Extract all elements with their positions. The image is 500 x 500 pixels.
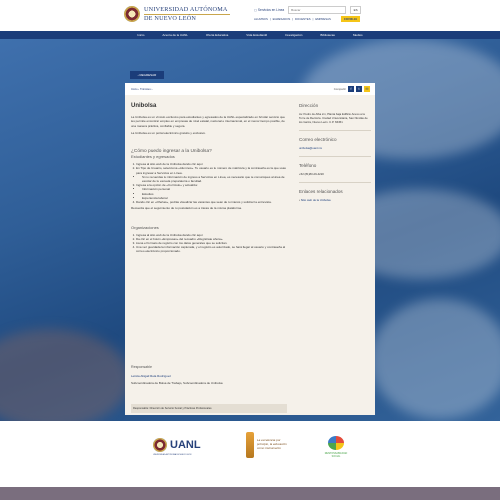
top-header: UNIVERSIDAD AUTÓNOMA DE NUEVO LEÓN ▢ Ser…: [0, 0, 500, 31]
twitter-icon[interactable]: t: [356, 86, 362, 92]
excelencia-text: La excelencia por principio, la educació…: [257, 438, 287, 450]
students-steps: Ingresa al sitio web de la Unibolsa dand…: [131, 162, 289, 204]
back-button[interactable]: ‹ REGRESAR: [130, 71, 164, 79]
nav-item-bibliotecas[interactable]: Bibliotecas: [320, 33, 335, 37]
intro-paragraph-2: La Unibolsa es un portal electrónico gra…: [131, 130, 206, 135]
services-online-label: Servicios en Línea: [257, 8, 285, 12]
quick-link-alumnos[interactable]: ALUMNOS: [254, 17, 268, 21]
email-title: Correo electrónico: [299, 137, 337, 142]
related-link-unibolsa[interactable]: Sitio web de la Unibolsa: [301, 198, 331, 202]
mail-icon[interactable]: ✉: [364, 86, 370, 92]
page-title: Unibolsa: [131, 103, 157, 109]
step-text: En Tipo de Usuario, selecciona «Alumnos»…: [136, 166, 286, 175]
uanl-logo-text: UANL: [170, 439, 201, 451]
main-content: Unibolsa La Unibolsa es un vínculo exclu…: [131, 103, 289, 254]
breadcrumb-bar: Inicio › Trámites › Compartir f t ✉: [125, 83, 375, 95]
separator: |: [292, 17, 294, 21]
phone-title: Teléfono: [299, 163, 317, 168]
address-text: Av. Pedro de Alba s/n, Planta baja Edifi…: [299, 112, 368, 124]
sidebar: Dirección Av. Pedro de Alba s/n, Planta …: [299, 103, 371, 202]
nav-item-acerca[interactable]: Acerca de la UANL: [162, 33, 188, 37]
social-responsibility-icon: [328, 436, 344, 450]
uanl-seal-icon: [153, 438, 167, 452]
intro-paragraph: La Unibolsa es un vínculo exclusivo para…: [131, 115, 285, 128]
nav-item-oferta[interactable]: Oferta Educativa: [206, 33, 228, 37]
quick-link-empresas[interactable]: EMPRESAS: [315, 17, 331, 21]
language-select[interactable]: ES: [350, 6, 362, 14]
orgs-steps: Ingresa al sitio web de la Unibolsa dand…: [131, 233, 289, 254]
quick-link-egresados[interactable]: EGRESADOS: [273, 17, 291, 21]
quick-link-docentes[interactable]: DOCENTES: [295, 17, 311, 21]
nav-item-vida[interactable]: Vida Estudiantil: [246, 33, 267, 37]
nav-item-inicio[interactable]: Inicio: [137, 33, 144, 37]
cloud: [370, 299, 500, 419]
students-footer: Recuerda que el seguimiento de tu postul…: [131, 206, 242, 211]
list-item: Una vez guardada la información capturad…: [136, 245, 289, 253]
responsabilidad-text: RESPONSABILIDAD SOCIAL: [324, 452, 348, 458]
logo-line-1: UNIVERSIDAD AUTÓNOMA: [144, 5, 228, 13]
responsable-box: Responsable: Dirección de Servicio Socia…: [131, 404, 287, 413]
uanl-logo-subtext: UNIVERSIDAD AUTÓNOMA DE NUEVO LEÓN: [153, 454, 192, 456]
building-silhouette: [0, 329, 130, 421]
main-nav: Inicio Acerca de la UANL Oferta Educativ…: [0, 31, 500, 39]
covid-button[interactable]: COVID-19: [340, 16, 360, 22]
breadcrumb[interactable]: Inicio › Trámites ›: [131, 87, 152, 91]
address-title: Dirección: [299, 103, 319, 108]
orgs-title: Organizaciones: [131, 224, 159, 230]
responsable-title: Responsable: [131, 365, 152, 369]
search-input[interactable]: Buscar: [288, 6, 347, 14]
university-seal-icon: [124, 6, 140, 22]
nav-item-investigacion[interactable]: Investigación: [285, 33, 303, 37]
university-logo[interactable]: UNIVERSIDAD AUTÓNOMA DE NUEVO LEÓN: [124, 6, 230, 22]
phone-text: +52 (81)83-29-4220: [299, 172, 324, 176]
list-item: Dando clic en «Ofertas», podrás visualiz…: [136, 200, 289, 204]
links-title: Enlaces relacionados: [299, 189, 343, 194]
bottom-photo-strip: [0, 487, 500, 500]
share-bar: Compartir f t ✉: [334, 86, 370, 92]
facebook-icon[interactable]: f: [348, 86, 354, 92]
students-title: Estudiantes y egresados: [131, 154, 175, 160]
footer-logo-excelencia[interactable]: La excelencia por principio, la educació…: [246, 432, 291, 458]
content-panel: Inicio › Trámites › Compartir f t ✉ Unib…: [125, 83, 375, 415]
services-online-link[interactable]: ▢ Servicios en Línea: [254, 8, 284, 12]
torch-icon: [246, 432, 254, 458]
separator: |: [269, 17, 271, 21]
list-item: Si no recuerdas tu información de ingres…: [142, 175, 289, 183]
email-link[interactable]: unibolsa@uanl.mx: [299, 146, 322, 150]
list-item: Ingresa a la opción de «Currículo» y act…: [136, 183, 289, 200]
nav-item-medios[interactable]: Medios: [353, 33, 363, 37]
footer-logo-uanl[interactable]: UANL UNIVERSIDAD AUTÓNOMA DE NUEVO LEÓN: [153, 438, 219, 456]
share-label: Compartir: [333, 87, 346, 91]
footer-logo-responsabilidad[interactable]: RESPONSABILIDAD SOCIAL: [322, 436, 350, 458]
list-item: En Tipo de Usuario, selecciona «Alumnos»…: [136, 166, 289, 183]
separator: |: [312, 17, 314, 21]
responsable-role: Subcoordinadora de Bolsa de Trabajo, Sub…: [131, 381, 223, 385]
logo-line-2: DE NUEVO LEÓN: [144, 14, 197, 22]
responsable-name[interactable]: Leticia Abigail Rela Rodríguez: [131, 374, 171, 378]
